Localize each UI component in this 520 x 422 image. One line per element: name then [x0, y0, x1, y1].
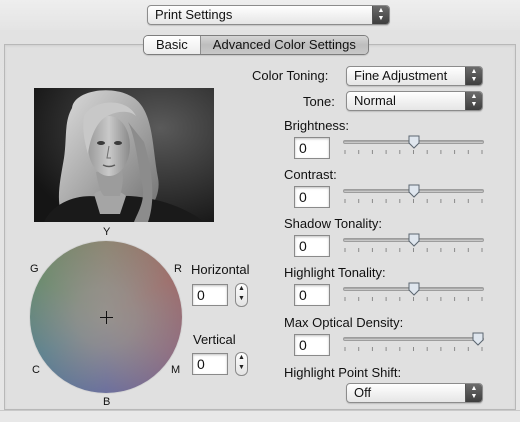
- stepper-icon[interactable]: ▲ ▼: [235, 352, 248, 376]
- color-label-m: M: [171, 364, 181, 376]
- color-label-g: G: [30, 263, 39, 275]
- print-settings-popup[interactable]: Print Settings ▲ ▼: [147, 5, 390, 25]
- slider-value-field[interactable]: 0: [294, 334, 330, 356]
- crosshair-icon[interactable]: [100, 311, 113, 324]
- slider-ticks: [344, 347, 483, 351]
- slider-label: Max Optical Density:: [284, 315, 404, 330]
- slider-value-field[interactable]: 0: [294, 137, 330, 159]
- tone-popup[interactable]: Normal ▲ ▼: [346, 91, 483, 111]
- vertical-field[interactable]: 0: [192, 353, 228, 375]
- stepper-icon[interactable]: ▲ ▼: [235, 283, 248, 307]
- slider-label: Shadow Tonality:: [284, 216, 383, 231]
- slider-track[interactable]: [343, 337, 484, 341]
- tab-bar: Basic Advanced Color Settings: [143, 35, 369, 55]
- color-label-r: R: [174, 263, 182, 275]
- tab-basic[interactable]: Basic: [144, 36, 200, 54]
- highlight-point-shift-value: Off: [354, 385, 372, 400]
- up-down-arrows-icon: ▲ ▼: [372, 6, 389, 24]
- up-down-arrows-icon: ▲ ▼: [465, 67, 482, 85]
- slider-ticks: [344, 199, 483, 203]
- slider-thumb[interactable]: [472, 332, 484, 346]
- slider-ticks: [344, 297, 483, 301]
- color-label-b: B: [103, 396, 111, 408]
- slider-label: Brightness:: [284, 118, 350, 133]
- highlight-point-shift-label: Highlight Point Shift:: [284, 365, 402, 380]
- color-toning-popup[interactable]: Fine Adjustment ▲ ▼: [346, 66, 483, 86]
- slider-label: Highlight Tonality:: [284, 265, 386, 280]
- tone-label: Tone:: [303, 94, 335, 109]
- color-toning-label: Color Toning:: [252, 68, 329, 83]
- print-settings-label: Print Settings: [155, 7, 233, 22]
- slider-value-field[interactable]: 0: [294, 186, 330, 208]
- tone-value: Normal: [354, 93, 396, 108]
- slider-label: Contrast:: [284, 167, 337, 182]
- slider-thumb[interactable]: [408, 184, 420, 198]
- color-label-c: C: [32, 364, 40, 376]
- horizontal-label: Horizontal: [191, 262, 250, 277]
- bottom-edge: [0, 410, 520, 422]
- slider-ticks: [344, 248, 483, 252]
- preview-photo: [34, 88, 214, 222]
- slider-thumb[interactable]: [408, 282, 420, 296]
- vertical-label: Vertical: [193, 332, 236, 347]
- color-toning-value: Fine Adjustment: [354, 68, 448, 83]
- up-down-arrows-icon: ▲ ▼: [465, 384, 482, 402]
- color-label-y: Y: [103, 226, 111, 238]
- up-down-arrows-icon: ▲ ▼: [465, 92, 482, 110]
- horizontal-field[interactable]: 0: [192, 284, 228, 306]
- slider-thumb[interactable]: [408, 233, 420, 247]
- slider-value-field[interactable]: 0: [294, 235, 330, 257]
- highlight-point-shift-popup[interactable]: Off ▲ ▼: [346, 383, 483, 403]
- slider-value-field[interactable]: 0: [294, 284, 330, 306]
- tab-advanced-color-settings[interactable]: Advanced Color Settings: [199, 36, 368, 54]
- slider-ticks: [344, 150, 483, 154]
- slider-thumb[interactable]: [408, 135, 420, 149]
